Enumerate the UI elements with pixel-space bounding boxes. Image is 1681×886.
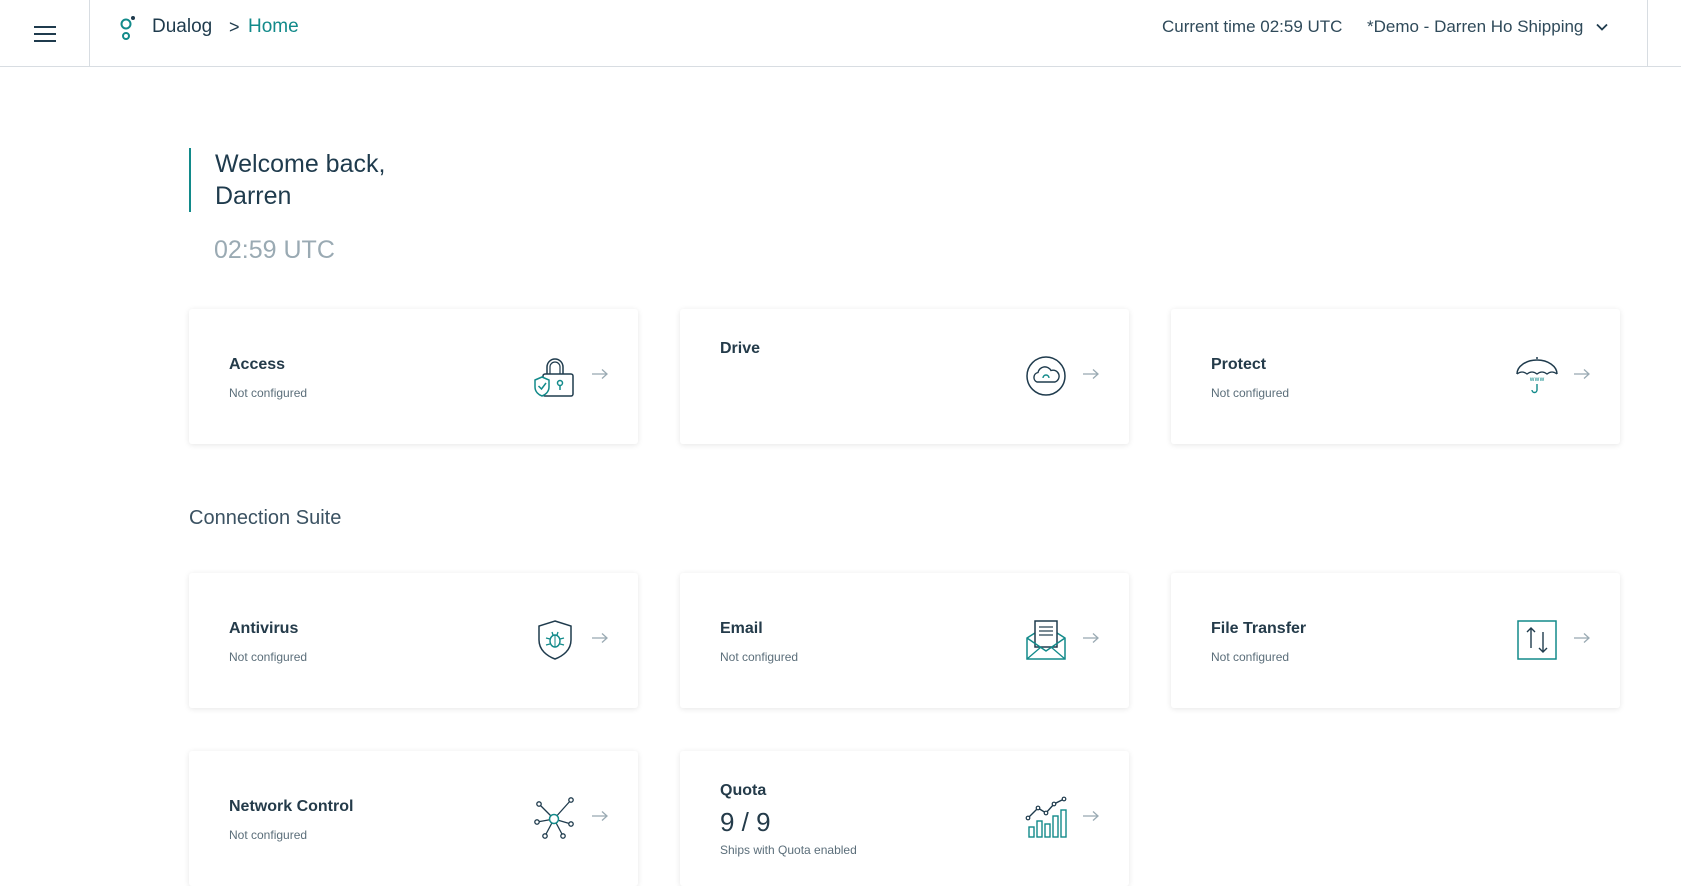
- header-divider: [1647, 0, 1648, 67]
- card-status: Not configured: [229, 828, 308, 842]
- card-title: Antivirus: [229, 620, 299, 637]
- account-name: *Demo - Darren Ho Shipping: [1367, 17, 1584, 36]
- shield-bug-icon: [538, 620, 572, 660]
- card-status: Not configured: [720, 650, 799, 664]
- account-selector[interactable]: *Demo - Darren Ho Shipping: [1367, 17, 1609, 37]
- card-title: Protect: [1211, 356, 1267, 373]
- breadcrumb-current: Home: [248, 16, 299, 37]
- arrow-right-icon: [592, 633, 608, 643]
- quota-value: 9 / 9: [720, 807, 771, 837]
- current-time-label: Current time 02:59 UTC: [1162, 17, 1343, 36]
- welcome-line-2: Darren: [215, 182, 292, 210]
- arrow-right-icon: [1083, 369, 1099, 379]
- card-title: File Transfer: [1211, 620, 1307, 637]
- arrow-right-icon: [1083, 811, 1099, 821]
- arrow-right-icon: [1574, 633, 1590, 643]
- card-status: Not configured: [229, 650, 308, 664]
- card-title: Email: [720, 620, 763, 637]
- card-status: Ships with Quota enabled: [720, 843, 857, 857]
- welcome-time: 02:59 UTC: [214, 236, 335, 264]
- card-title: Quota: [720, 782, 767, 799]
- umbrella-www-icon: www: [1516, 357, 1558, 394]
- card-protect[interactable]: Protect Not configured www: [1171, 309, 1620, 444]
- upload-download-icon: [1517, 620, 1557, 660]
- lock-shield-icon: [534, 358, 574, 397]
- welcome-heading: Welcome back, Darren: [189, 148, 385, 212]
- chevron-down-icon: [1596, 23, 1609, 31]
- card-file-transfer[interactable]: File Transfer Not configured: [1171, 573, 1620, 708]
- card-title: Drive: [720, 340, 761, 357]
- card-access[interactable]: Access Not configured: [189, 309, 638, 444]
- card-status: Not configured: [1211, 650, 1290, 664]
- arrow-right-icon: [592, 369, 608, 379]
- hamburger-menu-button[interactable]: [0, 0, 90, 67]
- card-title: Network Control: [229, 798, 354, 815]
- network-nodes-icon: [534, 797, 574, 839]
- arrow-right-icon: [1574, 369, 1590, 379]
- cloud-icon: [1026, 356, 1066, 396]
- top-bar: Dualog > Home Current time 02:59 UTC *De…: [0, 0, 1681, 67]
- svg-text:www: www: [1530, 376, 1545, 383]
- card-network-control[interactable]: Network Control Not configured: [189, 751, 638, 886]
- card-drive[interactable]: Drive: [680, 309, 1129, 444]
- bar-chart-trend-icon: [1025, 796, 1067, 838]
- card-title: Access: [229, 356, 286, 373]
- card-quota[interactable]: Quota 9 / 9 Ships with Quota enabled: [680, 751, 1129, 886]
- card-status: Not configured: [1211, 386, 1290, 400]
- breadcrumb-separator: >: [229, 17, 240, 37]
- card-antivirus[interactable]: Antivirus Not configured: [189, 573, 638, 708]
- envelope-letter-icon: [1026, 620, 1066, 660]
- hamburger-icon: [33, 25, 56, 42]
- card-status: Not configured: [229, 386, 308, 400]
- dualog-logo-icon: [120, 16, 135, 40]
- arrow-right-icon: [592, 811, 608, 821]
- card-email[interactable]: Email Not configured: [680, 573, 1129, 708]
- breadcrumb-root[interactable]: Dualog: [152, 16, 212, 38]
- welcome-line-1: Welcome back,: [215, 150, 386, 178]
- arrow-right-icon: [1083, 633, 1099, 643]
- section-title: Connection Suite: [189, 507, 342, 529]
